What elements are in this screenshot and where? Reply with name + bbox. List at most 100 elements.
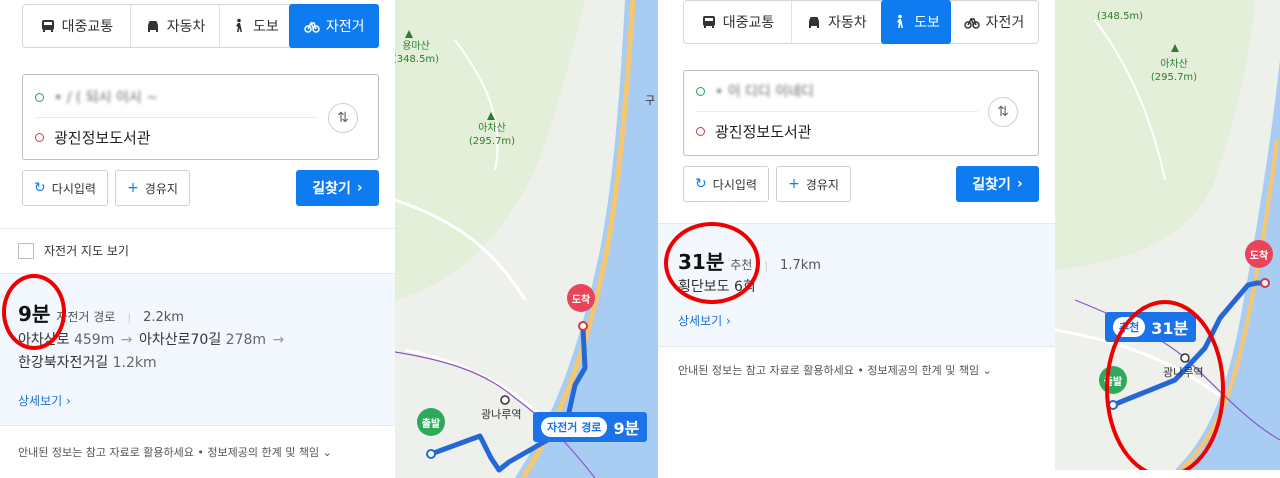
disclaimer[interactable]: 안내된 정보는 참고 자료로 활용하세요 • 정보제공의 한계 및 책임 ⌄ bbox=[18, 444, 332, 460]
bus-icon bbox=[702, 16, 715, 28]
origin-text: • 이 디디 이네디 bbox=[715, 84, 814, 100]
peak-height: (295.7m) bbox=[468, 136, 516, 147]
left-route-panel: 대중교통 자동차 도보 자전거 • / ( 되시 이시 ~ 광진정보도서관 ⇅ … bbox=[0, 0, 395, 478]
route-path: 아차산로 459m → 아차산로70길 278m → 한강북자전거길 1.2km bbox=[18, 329, 388, 375]
destination-text: 광진정보도서관 bbox=[715, 123, 812, 141]
peak-height: (348.5m) bbox=[395, 54, 440, 65]
search-route-label: 길찾기 bbox=[312, 181, 351, 197]
car-icon bbox=[809, 17, 820, 28]
route-badge-tag: 자전거 경로 bbox=[541, 417, 608, 437]
bike-map-label: 자전거 지도 보기 bbox=[44, 244, 129, 258]
route-badge-time: 9분 bbox=[613, 419, 640, 438]
detail-label: 상세보기 bbox=[18, 394, 63, 408]
plus-icon: + bbox=[788, 176, 800, 192]
disclaimer-text: 안내된 정보는 참고 자료로 활용하세요 • 정보제공의 한계 및 책임 bbox=[18, 446, 320, 459]
walk-icon bbox=[897, 14, 904, 28]
path-segment-name: 아차산로70길 bbox=[138, 332, 222, 348]
tab-bicycle[interactable]: 자전거 bbox=[950, 1, 1038, 43]
reset-button[interactable]: ↻ 다시입력 bbox=[683, 166, 769, 202]
add-waypoint-button[interactable]: + 경유지 bbox=[776, 166, 851, 202]
detail-label: 상세보기 bbox=[678, 314, 723, 328]
swap-icon[interactable]: ⇅ bbox=[328, 103, 358, 133]
bicycle-icon bbox=[304, 21, 320, 33]
end-pin-icon: 도착 bbox=[567, 284, 595, 312]
tab-transit[interactable]: 대중교통 bbox=[684, 1, 792, 43]
origin-dot-icon bbox=[35, 92, 44, 102]
tab-walk[interactable]: 도보 bbox=[220, 5, 291, 47]
road-label: 구 bbox=[645, 94, 656, 107]
start-label: 출발 bbox=[421, 418, 441, 430]
end-pin-icon: 도착 bbox=[1245, 240, 1273, 268]
highlight-circle bbox=[664, 222, 760, 304]
route-distance: 2.2km bbox=[143, 310, 184, 325]
end-label: 도착 bbox=[571, 294, 591, 306]
divider bbox=[0, 228, 395, 229]
walk-icon bbox=[235, 18, 242, 32]
mode-tabs: 대중교통 자동차 도보 자전거 bbox=[683, 0, 1039, 44]
map-bicycle-route[interactable]: 용마산 (348.5m) 아차산 (295.7m) 구 출발 도착 광나루역 자… bbox=[395, 0, 658, 478]
origin-field[interactable]: • / ( 되시 이시 ~ bbox=[35, 77, 318, 117]
destination-dot-icon bbox=[696, 127, 705, 136]
disclaimer-text: 안내된 정보는 참고 자료로 활용하세요 • 정보제공의 한계 및 책임 bbox=[678, 364, 980, 377]
bike-map-checkbox[interactable] bbox=[18, 242, 34, 259]
peak-name: 용마산 bbox=[402, 41, 430, 52]
waypoint-label: 경유지 bbox=[805, 177, 839, 192]
map-canvas bbox=[395, 0, 658, 478]
arrow-right-icon: → bbox=[272, 332, 285, 348]
origin-text: • / ( 되시 이시 ~ bbox=[54, 90, 158, 106]
tab-transit-label: 대중교통 bbox=[722, 15, 775, 31]
arrow-right-icon: → bbox=[120, 332, 133, 348]
tab-walk[interactable]: 도보 bbox=[881, 0, 951, 44]
tab-car[interactable]: 자동차 bbox=[131, 5, 221, 47]
tab-bicycle-label: 자전거 bbox=[325, 19, 365, 35]
station-label: 광나루역 bbox=[481, 408, 522, 421]
detail-link[interactable]: 상세보기 › bbox=[678, 312, 731, 329]
map-walk-route[interactable]: (348.5m) 아차산 (295.7m) 출발 도착 광나루역 추천 31분 bbox=[1055, 0, 1280, 470]
path-segment-dist: 1.2km bbox=[112, 355, 157, 371]
path-segment-dist: 278m bbox=[225, 332, 267, 348]
tab-transit[interactable]: 대중교통 bbox=[23, 5, 131, 47]
refresh-icon: ↻ bbox=[34, 180, 46, 196]
bicycle-icon bbox=[963, 17, 980, 29]
tab-walk-label: 도보 bbox=[252, 19, 279, 35]
detail-link[interactable]: 상세보기 › bbox=[18, 392, 71, 409]
tab-transit-label: 대중교통 bbox=[61, 19, 114, 35]
end-marker[interactable]: 도착 bbox=[567, 284, 595, 312]
tab-bicycle-label: 자전거 bbox=[985, 15, 1025, 31]
route-distance: 1.7km bbox=[780, 258, 821, 273]
chevron-right-icon: › bbox=[356, 180, 363, 196]
destination-text: 광진정보도서관 bbox=[54, 129, 151, 147]
reset-label: 다시입력 bbox=[51, 181, 96, 196]
tab-car[interactable]: 자동차 bbox=[792, 1, 882, 43]
bike-map-toggle[interactable]: 자전거 지도 보기 bbox=[18, 242, 129, 259]
waypoint-label: 경유지 bbox=[144, 181, 178, 196]
tab-car-label: 자동차 bbox=[828, 15, 867, 31]
route-input-box: • / ( 되시 이시 ~ 광진정보도서관 ⇅ bbox=[22, 74, 379, 160]
search-route-button[interactable]: 길찾기 › bbox=[296, 170, 379, 206]
right-route-panel: 대중교통 자동차 도보 자전거 • 이 디디 이네디 광진정보도서관 ⇅ ↻ 다… bbox=[658, 0, 1055, 478]
reset-label: 다시입력 bbox=[712, 177, 757, 192]
start-marker[interactable]: 출발 bbox=[417, 408, 445, 436]
destination-field[interactable]: 광진정보도서관 bbox=[696, 111, 978, 151]
route-badge[interactable]: 자전거 경로 9분 bbox=[533, 412, 648, 442]
highlight-circle bbox=[2, 274, 66, 350]
chevron-down-icon: ⌄ bbox=[322, 446, 332, 459]
end-marker[interactable]: 도착 bbox=[1245, 240, 1273, 268]
origin-dot-icon bbox=[696, 86, 705, 96]
tab-bicycle[interactable]: 자전거 bbox=[289, 4, 380, 48]
reset-button[interactable]: ↻ 다시입력 bbox=[22, 170, 108, 206]
add-waypoint-button[interactable]: + 경유지 bbox=[115, 170, 190, 206]
destination-field[interactable]: 광진정보도서관 bbox=[35, 117, 318, 157]
path-segment-name: 한강북자전거길 bbox=[18, 355, 109, 371]
origin-field[interactable]: • 이 디디 이네디 bbox=[696, 71, 978, 111]
search-route-button[interactable]: 길찾기 › bbox=[956, 166, 1039, 202]
tab-walk-label: 도보 bbox=[914, 15, 940, 31]
highlight-circle bbox=[1105, 300, 1225, 470]
destination-dot-icon bbox=[35, 133, 44, 142]
bus-icon bbox=[41, 20, 54, 32]
start-pin-icon: 출발 bbox=[417, 408, 445, 436]
peak-name: 아차산 bbox=[478, 123, 506, 134]
disclaimer[interactable]: 안내된 정보는 참고 자료로 활용하세요 • 정보제공의 한계 및 책임 ⌄ bbox=[678, 362, 992, 378]
swap-icon[interactable]: ⇅ bbox=[988, 97, 1018, 127]
peak-label: 용마산 (348.5m) bbox=[395, 40, 441, 66]
